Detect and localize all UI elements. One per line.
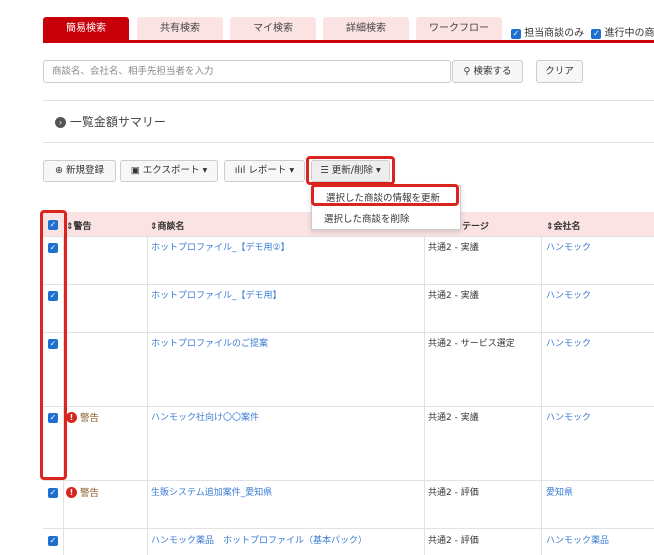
report-button-label: レポート	[248, 165, 287, 176]
chevron-right-icon: ›	[55, 117, 66, 128]
warning-label: 警告	[80, 413, 100, 424]
company-link[interactable]: ハンモック	[546, 410, 591, 423]
search-input[interactable]: 商談名、会社名、相手先担当者を入力	[43, 60, 451, 83]
stage-cell: 共通2 - 実議	[428, 413, 479, 423]
menu-item-update[interactable]: 選択した商談の情報を更新	[326, 190, 440, 204]
search-icon: ⚲	[463, 66, 471, 77]
row-divider	[43, 284, 654, 285]
row-checkbox[interactable]: ✓	[48, 535, 58, 546]
deal-name-link[interactable]: 生販システム追加案件_愛知県	[151, 485, 272, 498]
plus-circle-icon: ⊕	[54, 165, 63, 176]
export-button[interactable]: ▣ エクスポート ▾	[120, 160, 218, 182]
new-button[interactable]: ⊕ 新規登録	[43, 160, 116, 182]
own-deals-checkbox[interactable]: ✓	[511, 29, 521, 39]
in-progress-checkbox[interactable]: ✓	[591, 29, 602, 39]
stage-cell: 共通2 - 実議	[428, 243, 479, 253]
deal-name-link[interactable]: ホットプロファイルのご提案	[151, 336, 268, 349]
header-stage[interactable]: テージ	[462, 219, 489, 232]
search-button[interactable]: ⚲ 検索する	[452, 60, 523, 83]
stage-cell: 共通2 - サービス選定	[428, 339, 515, 349]
divider	[43, 100, 654, 101]
company-link[interactable]: ハンモック薬品	[546, 533, 609, 546]
bar-chart-icon: ılıl	[234, 165, 246, 176]
tab-my-search[interactable]: マイ検索	[230, 17, 316, 41]
clear-button[interactable]: クリア	[536, 60, 583, 83]
header-warning[interactable]: ⇕警告	[66, 219, 92, 232]
search-button-label: 検索する	[473, 66, 512, 77]
company-link[interactable]: ハンモック	[546, 288, 591, 301]
stage-cell: 共通2 - 評価	[428, 536, 479, 546]
list-icon: ☰	[320, 165, 329, 176]
tab-workflow[interactable]: ワークフロー	[416, 17, 502, 41]
company-link[interactable]: ハンモック	[546, 336, 591, 349]
file-icon: ▣	[130, 165, 140, 176]
menu-item-delete[interactable]: 選択した商談を削除	[324, 211, 410, 225]
filter-bar: ✓ 担当商談のみ ✓ 進行中の商	[511, 24, 654, 39]
header-company[interactable]: ⇕会社名	[546, 219, 581, 232]
header-deal-name[interactable]: ⇕商談名	[150, 219, 185, 232]
in-progress-label: 進行中の商	[604, 28, 654, 39]
deal-name-link[interactable]: ホットプロファイル_【デモ用】	[151, 288, 282, 301]
tab-underline	[43, 40, 654, 43]
row-divider	[43, 528, 654, 529]
stage-cell: 共通2 - 評価	[428, 488, 479, 498]
divider	[43, 142, 654, 143]
exclamation-icon: !	[66, 487, 77, 498]
tab-simple-search[interactable]: 簡易検索	[43, 17, 129, 41]
row-divider	[43, 406, 654, 407]
report-button[interactable]: ılıl レポート ▾	[224, 160, 305, 182]
row-checkbox[interactable]: ✓	[48, 487, 58, 498]
update-delete-button[interactable]: ☰ 更新/削除 ▾	[311, 160, 390, 182]
company-link[interactable]: 愛知県	[546, 485, 573, 498]
tab-detail-search[interactable]: 詳細検索	[323, 17, 409, 41]
caret-down-icon: ▾	[202, 165, 208, 176]
export-button-label: エクスポート	[142, 165, 200, 176]
tab-shared-search[interactable]: 共有検索	[137, 17, 223, 41]
deal-name-link[interactable]: ホットプロファイル_【デモ用②】	[151, 240, 290, 253]
company-link[interactable]: ハンモック	[546, 240, 591, 253]
caret-down-icon: ▾	[376, 165, 381, 176]
new-button-label: 新規登録	[65, 165, 104, 176]
deal-name-link[interactable]: ハンモック薬品 ホットプロファイル（基本パック）	[151, 533, 367, 546]
row-divider	[43, 236, 654, 237]
highlight-checkbox-column	[40, 210, 67, 480]
summary-toggle[interactable]: › 一覧金額サマリー	[55, 113, 166, 130]
exclamation-icon: !	[66, 412, 77, 423]
caret-down-icon: ▾	[289, 165, 295, 176]
row-divider	[43, 332, 654, 333]
summary-title: 一覧金額サマリー	[69, 115, 166, 129]
own-deals-label: 担当商談のみ	[524, 28, 585, 39]
update-delete-label: 更新/削除	[331, 165, 373, 176]
warning-label: 警告	[80, 488, 100, 499]
stage-cell: 共通2 - 実議	[428, 291, 479, 301]
row-divider	[43, 480, 654, 481]
deal-name-link[interactable]: ハンモック社向け〇〇案件	[151, 410, 259, 423]
